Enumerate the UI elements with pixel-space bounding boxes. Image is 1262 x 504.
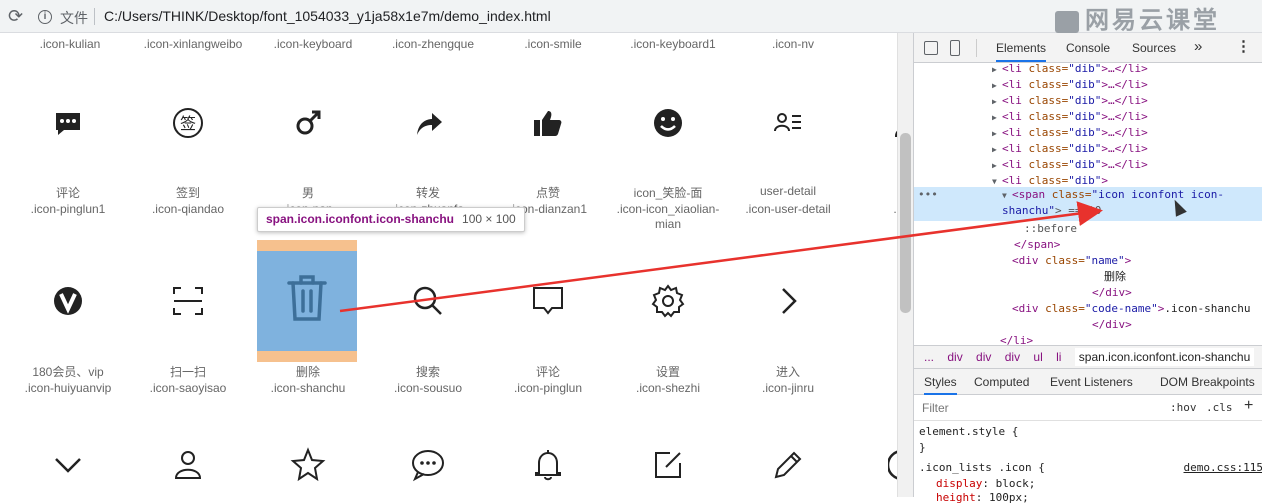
annotation-arrow <box>339 201 1103 313</box>
